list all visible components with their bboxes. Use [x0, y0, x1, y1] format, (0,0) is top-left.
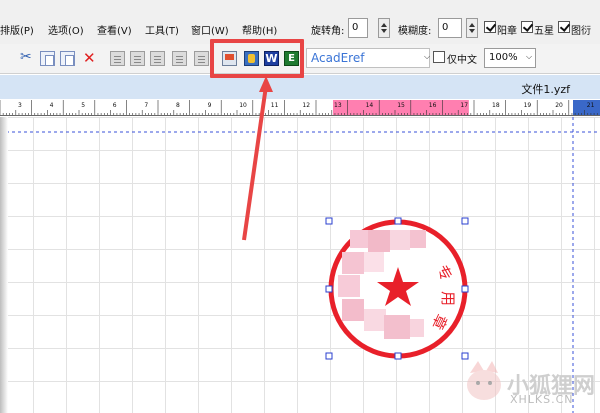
annotation-highlight-box: [210, 39, 304, 78]
blur-mosaic-cell: [384, 315, 410, 339]
seal-stamp[interactable]: 专 用 章: [328, 219, 468, 359]
blur-mosaic-cell: [390, 230, 410, 250]
cut-icon[interactable]: [20, 49, 35, 66]
align-center-icon[interactable]: [130, 51, 145, 66]
ruler-tick-label: 13: [334, 102, 342, 109]
blur-mosaic-cell: [350, 230, 368, 248]
five-star-label: 五星: [534, 26, 554, 37]
align-grid-icon[interactable]: [194, 51, 209, 66]
selection-handle-right[interactable]: [461, 285, 469, 293]
ruler-tick-label: 3: [18, 102, 22, 109]
blur-mosaic-cell: [364, 252, 384, 272]
menu-options[interactable]: 选项(O): [48, 22, 84, 37]
document-title[interactable]: 文件1.yzf: [521, 81, 570, 97]
font-select[interactable]: AcadEref: [306, 48, 430, 68]
ruler-tick-label: 6: [113, 102, 117, 109]
ruler-tick-label: 4: [50, 102, 54, 109]
blur-mosaic-cell: [342, 299, 364, 321]
menu-tools[interactable]: 工具(T): [145, 22, 179, 37]
ruler-tick-label: 21: [587, 102, 595, 109]
blur-mosaic-cell: [342, 252, 364, 274]
chinese-only-label: 仅中文: [447, 55, 477, 66]
paste-icon[interactable]: [60, 51, 75, 66]
rotation-input[interactable]: 0: [348, 18, 368, 38]
blur-label: 模糊度:: [398, 26, 432, 37]
ruler-tick-label: 11: [271, 102, 279, 109]
document-tabstrip: [0, 75, 600, 99]
selection-handle-top[interactable]: [394, 217, 402, 225]
rotation-label: 旋转角:: [311, 26, 345, 37]
chinese-only-checkbox[interactable]: [433, 51, 445, 63]
five-star-checkbox[interactable]: [521, 21, 533, 33]
fox-watermark-icon: [467, 361, 501, 400]
blur-mosaic-cell: [364, 309, 386, 331]
menu-window[interactable]: 窗口(W): [191, 22, 229, 37]
positive-seal-checkbox[interactable]: [484, 21, 496, 33]
ruler-tick-label: 9: [208, 102, 212, 109]
blur-mosaic-cell: [338, 275, 360, 297]
ruler-tick-label: 16: [429, 102, 437, 109]
menu-bar: 排版(P) 选项(O) 查看(V) 工具(T) 窗口(W) 帮助(H) 旋转角:…: [0, 0, 600, 44]
seal-image-label: 图衍: [571, 26, 591, 37]
ruler-tick-label: 20: [555, 102, 563, 109]
blur-spinner[interactable]: [466, 18, 478, 38]
selection-handle-left[interactable]: [325, 285, 333, 293]
selection-handle-bottom[interactable]: [394, 352, 402, 360]
ruler-tick-label: 18: [492, 102, 500, 109]
selection-handle-bottom-right[interactable]: [461, 352, 469, 360]
menu-view[interactable]: 查看(V): [97, 22, 132, 37]
ruler-tick-label: 10: [239, 102, 247, 109]
positive-seal-label: 阳章: [497, 26, 517, 37]
menu-layout[interactable]: 排版(P): [0, 22, 34, 37]
blur-input[interactable]: 0: [438, 18, 462, 38]
blur-mosaic-cell: [368, 230, 390, 252]
ruler-scale: 3 4 5 6 7 8 9 10 11 12 13 14 15 16 17 18 19 20 21: [0, 100, 600, 115]
font-dropdown-arrow-icon[interactable]: ⌵: [424, 52, 430, 62]
ruler-tick-label: 7: [144, 102, 148, 109]
menu-help[interactable]: 帮助(H): [242, 22, 277, 37]
ruler-tick-label: 19: [524, 102, 532, 109]
blur-mosaic-cell: [410, 319, 424, 337]
seal-image-checkbox[interactable]: [558, 21, 570, 33]
selection-handle-bottom-left[interactable]: [325, 352, 333, 360]
watermark-url: XHLKS.CN: [510, 393, 574, 406]
selection-handle-top-right[interactable]: [461, 217, 469, 225]
ruler-tick-label: 5: [81, 102, 85, 109]
seal-text-char-2: 用: [439, 291, 457, 306]
zoom-dropdown-arrow-icon[interactable]: ⌵: [526, 52, 532, 62]
horizontal-ruler: 3 4 5 6 7 8 9 10 11 12 13 14 15 16 17 18 19 20 21: [0, 100, 600, 116]
blur-mosaic-cell: [410, 230, 426, 248]
align-left-icon[interactable]: [110, 51, 125, 66]
canvas-left-shadow: [0, 117, 8, 413]
selection-handle-top-left[interactable]: [325, 217, 333, 225]
ruler-tick-label: 12: [302, 102, 310, 109]
ruler-tick-label: 17: [460, 102, 468, 109]
ruler-tick-label: 15: [397, 102, 405, 109]
ruler-tick-label: 14: [366, 102, 374, 109]
ruler-tick-label: 8: [176, 102, 180, 109]
align-word-icon[interactable]: [172, 51, 187, 66]
rotation-spinner[interactable]: [378, 18, 390, 38]
copy-icon[interactable]: [40, 51, 55, 66]
align-right-icon[interactable]: [150, 51, 165, 66]
delete-icon[interactable]: [82, 49, 97, 67]
